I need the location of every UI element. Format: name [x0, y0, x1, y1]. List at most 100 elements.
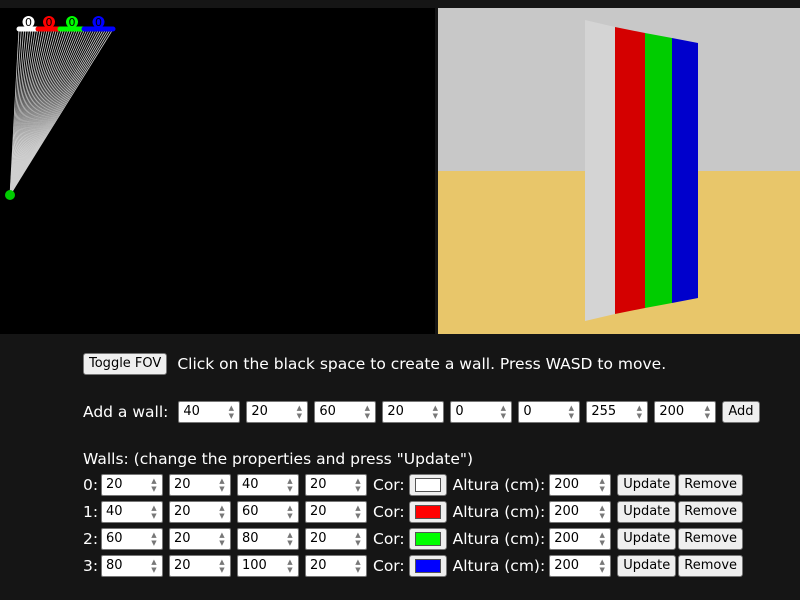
wall-y2-input[interactable]: 20 ▲ ▼: [305, 527, 367, 550]
wall-y1-input[interactable]: 20 ▲ ▼: [169, 527, 231, 550]
spinner-icon[interactable]: ▲ ▼: [149, 531, 159, 547]
spinner-icon[interactable]: ▲ ▼: [634, 404, 644, 420]
wall-row-2: 2: 60 ▲ ▼ 20 ▲ ▼ 80 ▲ ▼ 20 ▲ ▼ Cor: Altura (cm): 200 ▲ ▼ U…: [83, 527, 744, 550]
add-x2-input[interactable]: 60 ▲ ▼: [314, 400, 377, 423]
spinner-icon[interactable]: ▲ ▼: [597, 531, 607, 547]
remove-button[interactable]: Remove: [678, 473, 744, 496]
wall-height-input[interactable]: 200 ▲ ▼: [549, 473, 612, 496]
wall-y1-input[interactable]: 20 ▲ ▼: [169, 473, 231, 496]
spinner-icon[interactable]: ▲ ▼: [217, 477, 227, 493]
spinner-icon[interactable]: ▲ ▼: [430, 404, 440, 420]
spinner-icon[interactable]: ▲ ▼: [353, 477, 363, 493]
color-swatch: [414, 477, 441, 492]
add-x1-input[interactable]: 40 ▲ ▼: [178, 400, 241, 423]
height-label: Altura (cm):: [452, 502, 546, 521]
spinner-icon[interactable]: ▲ ▼: [217, 531, 227, 547]
add-g-input[interactable]: 0 ▲ ▼: [518, 400, 581, 423]
wall-x2-input[interactable]: 100 ▲ ▼: [237, 554, 299, 577]
add-y2-input[interactable]: 20 ▲ ▼: [382, 400, 445, 423]
spinner-icon[interactable]: ▲ ▼: [597, 558, 607, 574]
spinner-icon[interactable]: ▲ ▼: [498, 404, 508, 420]
spinner-icon[interactable]: ▲ ▼: [597, 504, 607, 520]
map-drawing: 0 0 0 0: [5, 16, 116, 200]
color-swatch: [414, 558, 441, 573]
spinner-icon[interactable]: ▲ ▼: [566, 404, 576, 420]
color-picker[interactable]: [408, 527, 447, 550]
toolbar: Toggle FOV Click on the black space to c…: [83, 352, 666, 375]
color-label: Cor:: [373, 556, 405, 575]
walls-title: Walls: (change the properties and press …: [83, 450, 474, 468]
color-picker[interactable]: [408, 500, 447, 523]
add-b-input[interactable]: 255 ▲ ▼: [586, 400, 649, 423]
wall-x1-input[interactable]: 20 ▲ ▼: [101, 473, 163, 496]
spinner-icon[interactable]: ▲ ▼: [149, 558, 159, 574]
color-picker[interactable]: [408, 473, 447, 496]
color-label: Cor:: [373, 475, 405, 494]
wall-x2-input[interactable]: 80 ▲ ▼: [237, 527, 299, 550]
color-swatch: [414, 531, 441, 546]
wall-x1-input[interactable]: 40 ▲ ▼: [101, 500, 163, 523]
add-r-input[interactable]: 0 ▲ ▼: [450, 400, 513, 423]
wall-3d-red: [615, 27, 645, 314]
wall-index: 3:: [83, 556, 99, 575]
wall-y2-input[interactable]: 20 ▲ ▼: [305, 500, 367, 523]
spinner-icon[interactable]: ▲ ▼: [362, 404, 372, 420]
instructions-text: Click on the black space to create a wal…: [177, 354, 667, 373]
remove-button[interactable]: Remove: [678, 527, 744, 550]
view3d-drawing: [438, 8, 800, 334]
wall-x1-input[interactable]: 80 ▲ ▼: [101, 554, 163, 577]
wall-y1-input[interactable]: 20 ▲ ▼: [169, 554, 231, 577]
map-walls: 0 0 0 0: [16, 16, 116, 32]
color-swatch: [414, 504, 441, 519]
add-wall-label: Add a wall:: [83, 402, 169, 421]
wall-x1-input[interactable]: 60 ▲ ▼: [101, 527, 163, 550]
add-wall-button[interactable]: Add: [722, 400, 760, 423]
wall-height-input[interactable]: 200 ▲ ▼: [549, 527, 612, 550]
wall-index: 0:: [83, 475, 99, 494]
add-y1-input[interactable]: 20 ▲ ▼: [246, 400, 309, 423]
color-label: Cor:: [373, 502, 405, 521]
add-wall-row: Add a wall: 40 ▲ ▼ 20 ▲ ▼ 60 ▲ ▼ 20 ▲ ▼ 0 ▲ ▼ 0 ▲ ▼ …: [83, 400, 760, 423]
color-picker[interactable]: [408, 554, 447, 577]
update-button[interactable]: Update: [617, 500, 677, 523]
wall-height-input[interactable]: 200 ▲ ▼: [549, 554, 612, 577]
spinner-icon[interactable]: ▲ ▼: [285, 504, 295, 520]
spinner-icon[interactable]: ▲ ▼: [597, 477, 607, 493]
height-label: Altura (cm):: [452, 475, 546, 494]
spinner-icon[interactable]: ▲ ▼: [353, 558, 363, 574]
wall-y1-input[interactable]: 20 ▲ ▼: [169, 500, 231, 523]
update-button[interactable]: Update: [617, 554, 677, 577]
first-person-view: [438, 8, 800, 334]
update-button[interactable]: Update: [617, 473, 677, 496]
spinner-icon[interactable]: ▲ ▼: [217, 558, 227, 574]
color-label: Cor:: [373, 529, 405, 548]
wall-3d-green: [645, 33, 672, 308]
spinner-icon[interactable]: ▲ ▼: [353, 531, 363, 547]
wall-row-1: 1: 40 ▲ ▼ 20 ▲ ▼ 60 ▲ ▼ 20 ▲ ▼ Cor: Altura (cm): 200 ▲ ▼ U…: [83, 500, 744, 523]
spinner-icon[interactable]: ▲ ▼: [353, 504, 363, 520]
spinner-icon[interactable]: ▲ ▼: [285, 558, 295, 574]
wall-y2-input[interactable]: 20 ▲ ▼: [305, 473, 367, 496]
wall-row-0: 0: 20 ▲ ▼ 20 ▲ ▼ 40 ▲ ▼ 20 ▲ ▼ Cor: Altura (cm): 200 ▲ ▼ U…: [83, 473, 744, 496]
spinner-icon[interactable]: ▲ ▼: [149, 504, 159, 520]
spinner-icon[interactable]: ▲ ▼: [285, 477, 295, 493]
remove-button[interactable]: Remove: [678, 500, 744, 523]
player-dot: [5, 190, 15, 200]
wall-height-input[interactable]: 200 ▲ ▼: [549, 500, 612, 523]
map-canvas[interactable]: 0 0 0 0: [0, 8, 435, 334]
spinner-icon[interactable]: ▲ ▼: [217, 504, 227, 520]
spinner-icon[interactable]: ▲ ▼: [149, 477, 159, 493]
update-button[interactable]: Update: [617, 527, 677, 550]
map-wall-label: 0: [95, 16, 102, 29]
toggle-fov-button[interactable]: Toggle FOV: [83, 352, 168, 375]
wall-x2-input[interactable]: 40 ▲ ▼: [237, 473, 299, 496]
wall-x2-input[interactable]: 60 ▲ ▼: [237, 500, 299, 523]
spinner-icon[interactable]: ▲ ▼: [285, 531, 295, 547]
wall-y2-input[interactable]: 20 ▲ ▼: [305, 554, 367, 577]
remove-button[interactable]: Remove: [678, 554, 744, 577]
fov-rays: [9, 28, 114, 196]
spinner-icon[interactable]: ▲ ▼: [226, 404, 236, 420]
spinner-icon[interactable]: ▲ ▼: [702, 404, 712, 420]
spinner-icon[interactable]: ▲ ▼: [294, 404, 304, 420]
add-height-input[interactable]: 200 ▲ ▼: [654, 400, 717, 423]
